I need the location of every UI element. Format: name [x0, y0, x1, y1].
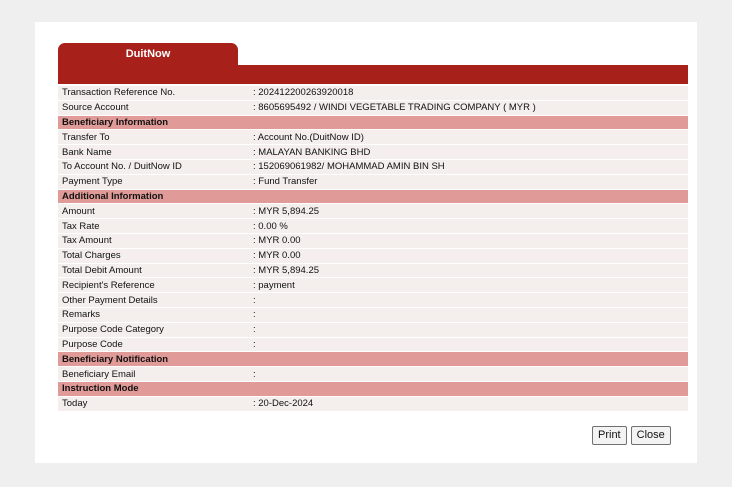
- field-value: : payment: [253, 279, 295, 291]
- section-header: Instruction Mode: [58, 381, 688, 397]
- field-value: :: [253, 294, 256, 306]
- detail-row: Total Charges : MYR 0.00: [58, 248, 688, 264]
- field-label: Other Payment Details: [62, 294, 158, 306]
- detail-row: Payment Type : Fund Transfer: [58, 174, 688, 190]
- section-title: Instruction Mode: [62, 383, 139, 395]
- detail-row: Bank Name : MALAYAN BANKING BHD: [58, 145, 688, 160]
- close-button[interactable]: Close: [630, 426, 671, 445]
- detail-row: Purpose Code:: [58, 337, 688, 353]
- field-label: Payment Type: [62, 176, 123, 188]
- field-label: Today: [62, 398, 88, 410]
- field-label: To Account No. / DuitNow ID: [62, 161, 182, 173]
- field-label: Transfer To: [62, 131, 110, 143]
- field-label: Tax Rate: [62, 220, 100, 232]
- print-button[interactable]: Print: [592, 426, 627, 445]
- transaction-details-table: Transaction Reference No. : 2024122002639…: [58, 86, 688, 412]
- detail-row: Transaction Reference No. : 2024122002639…: [58, 86, 688, 101]
- field-label: Amount: [62, 205, 95, 217]
- field-value: : MYR 0.00: [253, 235, 301, 247]
- detail-row: To Account No. / DuitNow ID : 15206906198…: [58, 159, 688, 175]
- field-value: : MYR 5,894.25: [253, 264, 320, 276]
- field-value: : Fund Transfer: [253, 176, 318, 188]
- field-value: :: [253, 309, 256, 321]
- field-value: : 8605695492 / WINDI VEGETABLE TRADING C…: [253, 102, 536, 114]
- section-title: Beneficiary Information: [62, 116, 169, 128]
- field-value: :: [253, 324, 256, 336]
- field-value: : MYR 0.00: [253, 250, 301, 262]
- field-value: : 0.00 %: [253, 220, 288, 232]
- field-value: :: [253, 338, 256, 350]
- field-label: Recipient's Reference: [62, 279, 155, 291]
- detail-row: Tax Rate : 0.00 %: [58, 219, 688, 234]
- field-value: :: [253, 368, 256, 380]
- field-label: Tax Amount: [62, 235, 112, 247]
- field-label: Bank Name: [62, 146, 112, 158]
- detail-row: Purpose Code Category:: [58, 322, 688, 338]
- field-label: Beneficiary Email: [62, 368, 136, 380]
- section-title: Beneficiary Notification: [62, 353, 169, 365]
- section-title: Additional Information: [62, 190, 164, 202]
- detail-row: Transfer To : Account No.(DuitNow ID): [58, 130, 688, 146]
- action-buttons: Print Close: [592, 426, 671, 445]
- field-label: Purpose Code: [62, 338, 123, 350]
- detail-row: Source Account : 8605695492 / WINDI VEGET…: [58, 100, 688, 116]
- tab-duitnow[interactable]: DuitNow: [58, 43, 238, 67]
- field-value: : 152069061982/ MOHAMMAD AMIN BIN SH: [253, 161, 445, 173]
- detail-row: Tax Amount : MYR 0.00: [58, 233, 688, 249]
- section-header: Additional Information: [58, 189, 688, 205]
- field-label: Purpose Code Category: [62, 324, 164, 336]
- detail-row: Today : 20-Dec-2024: [58, 396, 688, 412]
- field-value: : Account No.(DuitNow ID): [253, 131, 364, 143]
- detail-row: Beneficiary Email:: [58, 367, 688, 382]
- field-value: : MYR 5,894.25: [253, 205, 320, 217]
- detail-row: Recipient's Reference : payment: [58, 278, 688, 294]
- detail-row: Total Debit Amount : MYR 5,894.25: [58, 263, 688, 279]
- field-label: Transaction Reference No.: [62, 87, 176, 99]
- detail-row: Remarks:: [58, 307, 688, 323]
- field-label: Source Account: [62, 102, 129, 114]
- field-value: : MALAYAN BANKING BHD: [253, 146, 371, 158]
- field-label: Remarks: [62, 309, 101, 321]
- field-label: Total Debit Amount: [62, 264, 142, 276]
- section-header: Beneficiary Notification: [58, 352, 688, 368]
- section-header: Beneficiary Information: [58, 115, 688, 131]
- header-bar: [58, 65, 688, 84]
- detail-row: Amount : MYR 5,894.25: [58, 204, 688, 220]
- field-value: : 20-Dec-2024: [253, 398, 314, 410]
- field-label: Total Charges: [62, 250, 121, 262]
- detail-row: Other Payment Details:: [58, 293, 688, 308]
- field-value: : 202412200263920018: [253, 87, 354, 99]
